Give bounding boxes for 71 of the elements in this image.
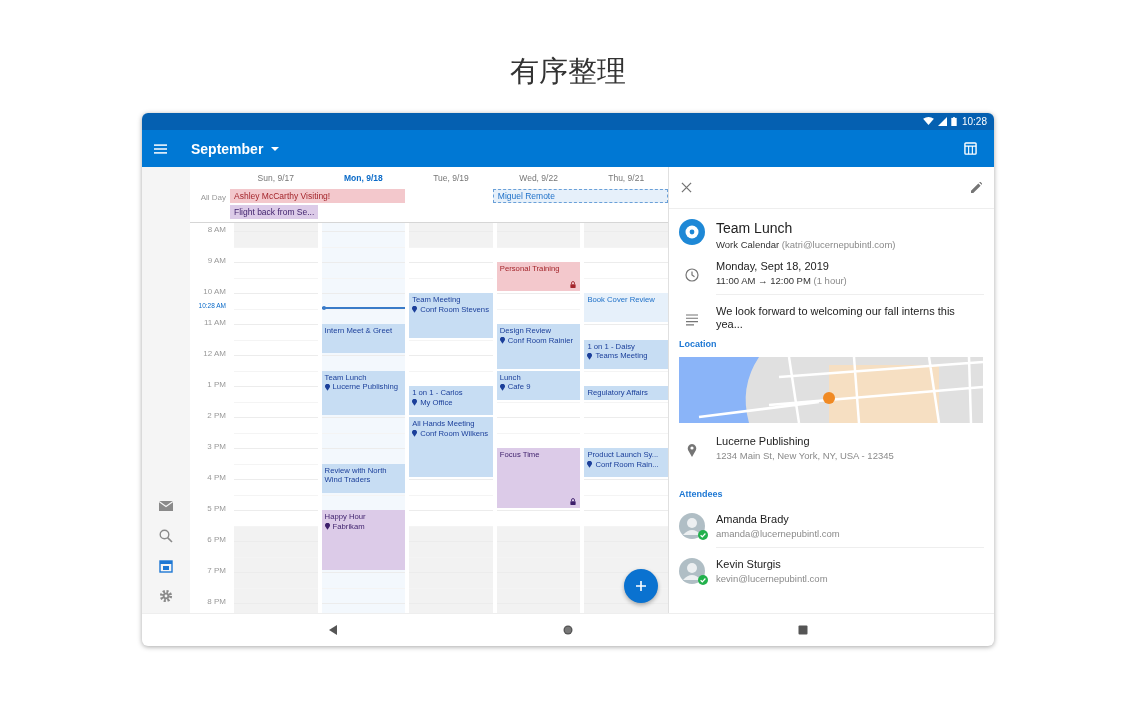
- search-icon[interactable]: [159, 529, 173, 543]
- mail-icon[interactable]: [159, 499, 173, 513]
- pin-icon: [587, 352, 593, 360]
- all-day-event[interactable]: Flight back from Se...: [230, 205, 318, 219]
- all-day-event[interactable]: Miguel Remote: [492, 189, 668, 203]
- back-icon[interactable]: [328, 625, 338, 635]
- wifi-icon: [922, 117, 934, 126]
- event-date: Monday, Sept 18, 2019: [716, 260, 830, 272]
- hour-label: 11 AM: [203, 318, 226, 327]
- day-header[interactable]: Wed, 9/22: [496, 172, 581, 183]
- hour-label: 2 PM: [207, 411, 226, 420]
- hour-label: 9 AM: [207, 256, 226, 265]
- day-header[interactable]: Thu, 9/21: [584, 172, 668, 183]
- plus-icon: [635, 580, 647, 592]
- avatar-silhouette: [679, 513, 705, 539]
- attendee-email: amanda@lucernepubintl.com: [716, 528, 841, 539]
- pin-icon: [412, 306, 418, 313]
- calendar-badge-icon: [679, 219, 705, 245]
- location-address: 1234 Main St, New York, NY, USA - 12345: [716, 450, 894, 461]
- hour-label: 6 PM: [207, 535, 226, 544]
- event-title: Team Lunch: [716, 220, 794, 236]
- hour-label: 4 PM: [207, 473, 226, 482]
- page-title: 有序整理: [509, 53, 627, 90]
- hour-label: 7 PM: [207, 566, 226, 575]
- hour-label: 1 PM: [207, 380, 226, 389]
- all-day-event[interactable]: Ashley McCarthy Visiting!: [230, 189, 406, 203]
- attendee-name: Kevin Sturgis: [716, 558, 782, 570]
- attendee-email: kevin@lucernepubintl.com: [716, 573, 829, 584]
- event-duration: (1 hour): [813, 275, 847, 286]
- hour-label: 8 PM: [207, 597, 226, 606]
- pin-icon: [324, 383, 330, 391]
- pin-icon: [685, 443, 699, 457]
- signal-icon: [936, 117, 948, 126]
- month-dropdown[interactable]: September: [189, 138, 282, 159]
- day-header[interactable]: Mon, 9/18: [321, 172, 406, 183]
- calendar-name: Work Calendar: [716, 239, 780, 250]
- pencil-icon[interactable]: [971, 182, 982, 193]
- pin-icon: [499, 383, 505, 391]
- menu-icon[interactable]: [154, 143, 167, 154]
- pin-icon: [499, 337, 505, 344]
- battery-icon: [950, 117, 957, 126]
- pin-icon: [412, 399, 418, 406]
- event-time: 11:00 AM → 12:00 PM: [716, 275, 811, 286]
- hour-label: 5 PM: [207, 504, 226, 513]
- attendee-name: Amanda Brady: [716, 513, 790, 525]
- calendar-icon[interactable]: [159, 559, 173, 573]
- calendar-view-icon[interactable]: [964, 142, 977, 155]
- day-header[interactable]: Sun, 9/17: [234, 172, 318, 183]
- close-icon[interactable]: [681, 182, 692, 193]
- hour-label: 10 AM: [203, 287, 226, 296]
- pin-icon: [587, 461, 593, 468]
- notes-icon: [685, 313, 699, 327]
- section-heading: Location: [679, 339, 718, 349]
- calendar-account: (katri@lucernepubintl.com): [781, 239, 896, 250]
- settings-icon[interactable]: [159, 589, 173, 603]
- caret-icon: [271, 146, 280, 151]
- hour-label: 3 PM: [207, 442, 226, 451]
- home-icon[interactable]: [563, 625, 573, 635]
- hour-label: 8 AM: [207, 225, 226, 234]
- event-description: We look forward to welcoming our fall interns this yea...: [716, 305, 956, 331]
- hour-label: 12 AM: [203, 349, 226, 358]
- avatar-silhouette: [679, 558, 705, 584]
- all-day-label: All Day: [199, 192, 227, 204]
- day-header[interactable]: Tue, 9/19: [409, 172, 493, 183]
- status-time: 10:28: [961, 116, 987, 127]
- recents-icon[interactable]: [798, 625, 808, 635]
- section-heading: Attendees: [679, 489, 724, 499]
- clock-icon: [685, 268, 699, 282]
- location-name: Lucerne Publishing: [716, 435, 811, 447]
- pin-icon: [324, 523, 330, 530]
- pin-icon: [412, 430, 418, 437]
